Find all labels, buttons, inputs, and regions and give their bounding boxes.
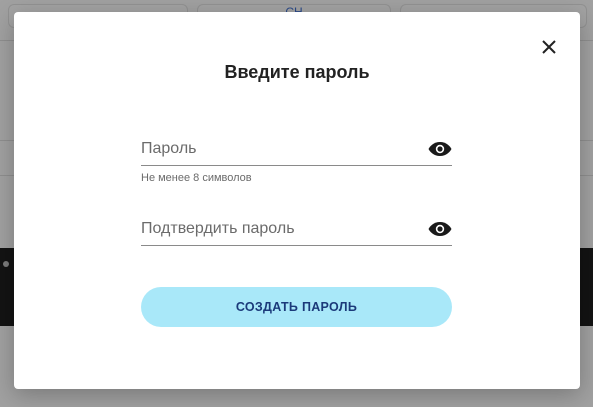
eye-icon — [428, 142, 452, 156]
confirm-password-field[interactable] — [141, 217, 452, 246]
password-input[interactable] — [141, 137, 421, 161]
dialog-title: Введите пароль — [224, 62, 370, 82]
show-confirm-password-toggle[interactable] — [428, 221, 452, 237]
close-icon — [542, 40, 556, 54]
create-password-button[interactable]: СОЗДАТЬ ПАРОЛЬ — [141, 287, 452, 327]
eye-icon — [428, 222, 452, 236]
password-field[interactable] — [141, 137, 452, 166]
password-hint: Не менее 8 символов — [141, 172, 252, 184]
password-dialog: Введите пароль Не менее 8 символов СОЗДА… — [14, 12, 580, 389]
close-button[interactable] — [540, 38, 558, 56]
show-password-toggle[interactable] — [428, 141, 452, 157]
confirm-password-input[interactable] — [141, 217, 421, 241]
